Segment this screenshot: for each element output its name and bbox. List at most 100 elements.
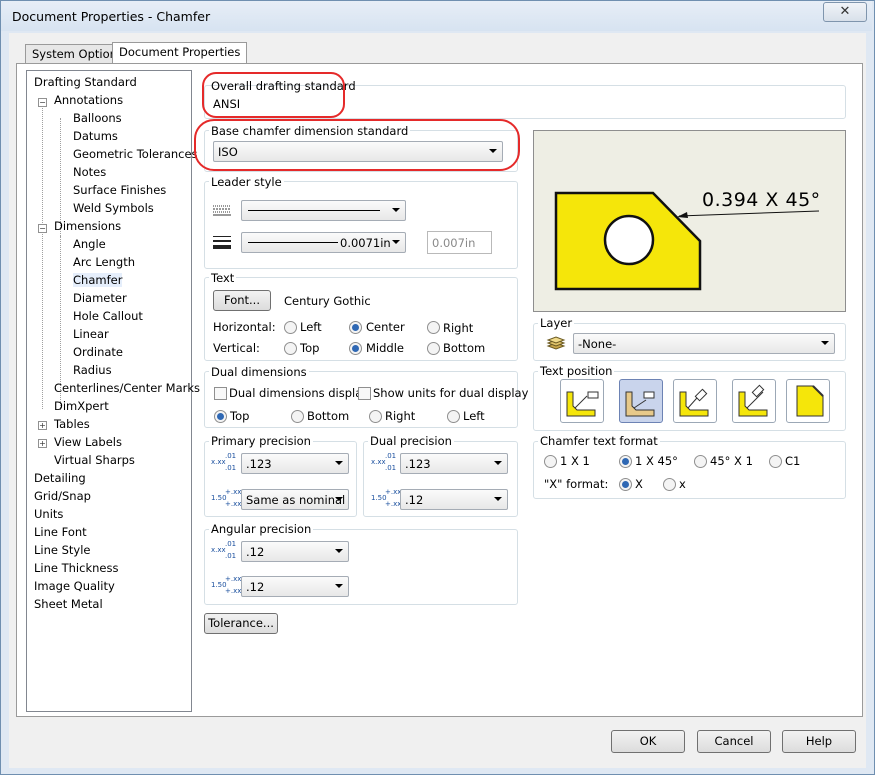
expand-icon[interactable]: + (38, 421, 47, 430)
tree-item[interactable]: Drafting Standard (34, 75, 137, 89)
annotation-circle (202, 72, 345, 118)
tree-item[interactable]: Angle (73, 237, 106, 251)
text-position-button-4[interactable] (732, 379, 776, 423)
text-position-button-2[interactable] (619, 379, 663, 423)
preview-dimension-text: 0.394 X 45° (702, 189, 821, 211)
font-button[interactable]: Font... (213, 290, 271, 311)
text-position-button-1[interactable] (560, 379, 604, 423)
tree-item[interactable]: Dimensions (54, 219, 121, 233)
text-position-button-5[interactable] (786, 379, 830, 423)
tree-item[interactable]: Notes (73, 165, 106, 179)
tree-item[interactable]: Sheet Metal (34, 597, 103, 611)
text-group-label: Text (209, 271, 237, 285)
cancel-button[interactable]: Cancel (697, 730, 771, 753)
tree-item-selected[interactable]: Chamfer (73, 273, 123, 287)
v-middle-label: Middle (366, 341, 404, 355)
tolerance-button[interactable]: Tolerance... (204, 613, 278, 634)
tree-item[interactable]: Diameter (73, 291, 127, 305)
tree-item[interactable]: Tables (54, 417, 90, 431)
dual-right-radio[interactable] (369, 410, 382, 423)
tree-item[interactable]: Radius (73, 363, 112, 377)
dual-top-label: Top (230, 409, 250, 423)
format-1x1-radio[interactable] (544, 455, 557, 468)
tab-document-properties[interactable]: Document Properties (112, 42, 248, 65)
x-format-label: "X" format: (544, 477, 609, 491)
format-c1-radio[interactable] (769, 455, 782, 468)
tree-item[interactable]: Ordinate (73, 345, 123, 359)
help-button[interactable]: Help (782, 730, 856, 753)
category-tree[interactable]: − − + + Drafting Standard Annotations Ba… (26, 70, 200, 712)
tree-item[interactable]: Datums (73, 129, 118, 143)
dual-display-checkbox[interactable] (214, 387, 227, 400)
tree-item[interactable]: Image Quality (34, 579, 115, 593)
layer-select[interactable]: -None- (573, 333, 835, 354)
show-units-checkbox[interactable] (358, 387, 371, 400)
tree-item[interactable]: Line Font (34, 525, 87, 539)
collapse-icon[interactable]: − (38, 98, 47, 107)
precision-value-icon: x.xx .01 .01 (211, 540, 237, 560)
format-1x45-radio[interactable] (619, 455, 632, 468)
tree-item[interactable]: Detailing (34, 471, 86, 485)
ok-button[interactable]: OK (611, 730, 685, 753)
expand-icon[interactable]: + (38, 439, 47, 448)
text-position-button-3[interactable] (673, 379, 717, 423)
tree-item[interactable]: Arc Length (73, 255, 135, 269)
v-bottom-radio[interactable] (427, 342, 440, 355)
tree-item[interactable]: Virtual Sharps (54, 453, 135, 467)
text-position-icon (679, 388, 709, 417)
tree-item[interactable]: Linear (73, 327, 109, 341)
tree-item[interactable]: DimXpert (54, 399, 109, 413)
angular-tolerance-select[interactable]: .12 (241, 576, 349, 597)
v-top-radio[interactable] (284, 342, 297, 355)
precision-value-icon: x.xx .01 .01 (211, 452, 237, 472)
tree-item[interactable]: Weld Symbols (73, 201, 154, 215)
window-title: Document Properties - Chamfer (12, 9, 211, 24)
dual-bottom-label: Bottom (307, 409, 350, 423)
custom-thickness-field[interactable]: 0.007in (427, 231, 492, 254)
close-button[interactable]: ✕ (823, 2, 867, 22)
h-left-radio[interactable] (284, 321, 297, 334)
angular-value: .12 (246, 545, 265, 559)
dual-value: .123 (405, 457, 431, 471)
v-middle-radio[interactable] (349, 342, 362, 355)
primary-value-select[interactable]: .123 (241, 453, 349, 474)
line-style-select[interactable] (241, 200, 406, 221)
x-upper-radio[interactable] (619, 478, 632, 491)
tree-item[interactable]: Grid/Snap (34, 489, 91, 503)
x-upper-label: X (635, 477, 643, 491)
text-position-icon (738, 384, 768, 417)
precision-value-icon: x.xx .01 .01 (371, 452, 397, 472)
format-1x45-label: 1 X 45° (635, 454, 678, 468)
tree-item[interactable]: Hole Callout (73, 309, 143, 323)
line-thickness-select[interactable]: 0.0071in (241, 232, 406, 253)
dual-bottom-radio[interactable] (291, 410, 304, 423)
dual-left-radio[interactable] (447, 410, 460, 423)
format-45x1-label: 45° X 1 (710, 454, 753, 468)
primary-tolerance-select[interactable]: Same as nominal (241, 489, 349, 510)
tree-item[interactable]: Units (34, 507, 63, 521)
show-units-label: Show units for dual display (373, 386, 529, 400)
dual-tolerance-select[interactable]: .12 (400, 489, 508, 510)
h-center-radio[interactable] (349, 321, 362, 334)
line-thickness-icon (213, 236, 231, 249)
format-45x1-radio[interactable] (694, 455, 707, 468)
tree-item[interactable]: Line Thickness (34, 561, 118, 575)
dual-top-radio[interactable] (214, 410, 227, 423)
tree-item[interactable]: Annotations (54, 93, 123, 107)
h-center-label: Center (366, 320, 405, 334)
format-1x1-label: 1 X 1 (560, 454, 590, 468)
collapse-icon[interactable]: − (38, 224, 47, 233)
tree-item[interactable]: View Labels (54, 435, 122, 449)
tree-item[interactable]: Balloons (73, 111, 122, 125)
x-lower-radio[interactable] (663, 478, 676, 491)
text-position-icon (625, 391, 655, 417)
tree-item[interactable]: Geometric Tolerances (73, 147, 198, 161)
tree-item[interactable]: Surface Finishes (73, 183, 166, 197)
angular-value-select[interactable]: .12 (241, 541, 349, 562)
h-right-radio[interactable] (427, 321, 440, 334)
primary-value: .123 (246, 457, 272, 471)
dual-value-select[interactable]: .123 (400, 453, 508, 474)
dual-right-label: Right (385, 409, 416, 423)
tree-item[interactable]: Centerlines/Center Marks (54, 381, 200, 395)
tree-item[interactable]: Line Style (34, 543, 91, 557)
